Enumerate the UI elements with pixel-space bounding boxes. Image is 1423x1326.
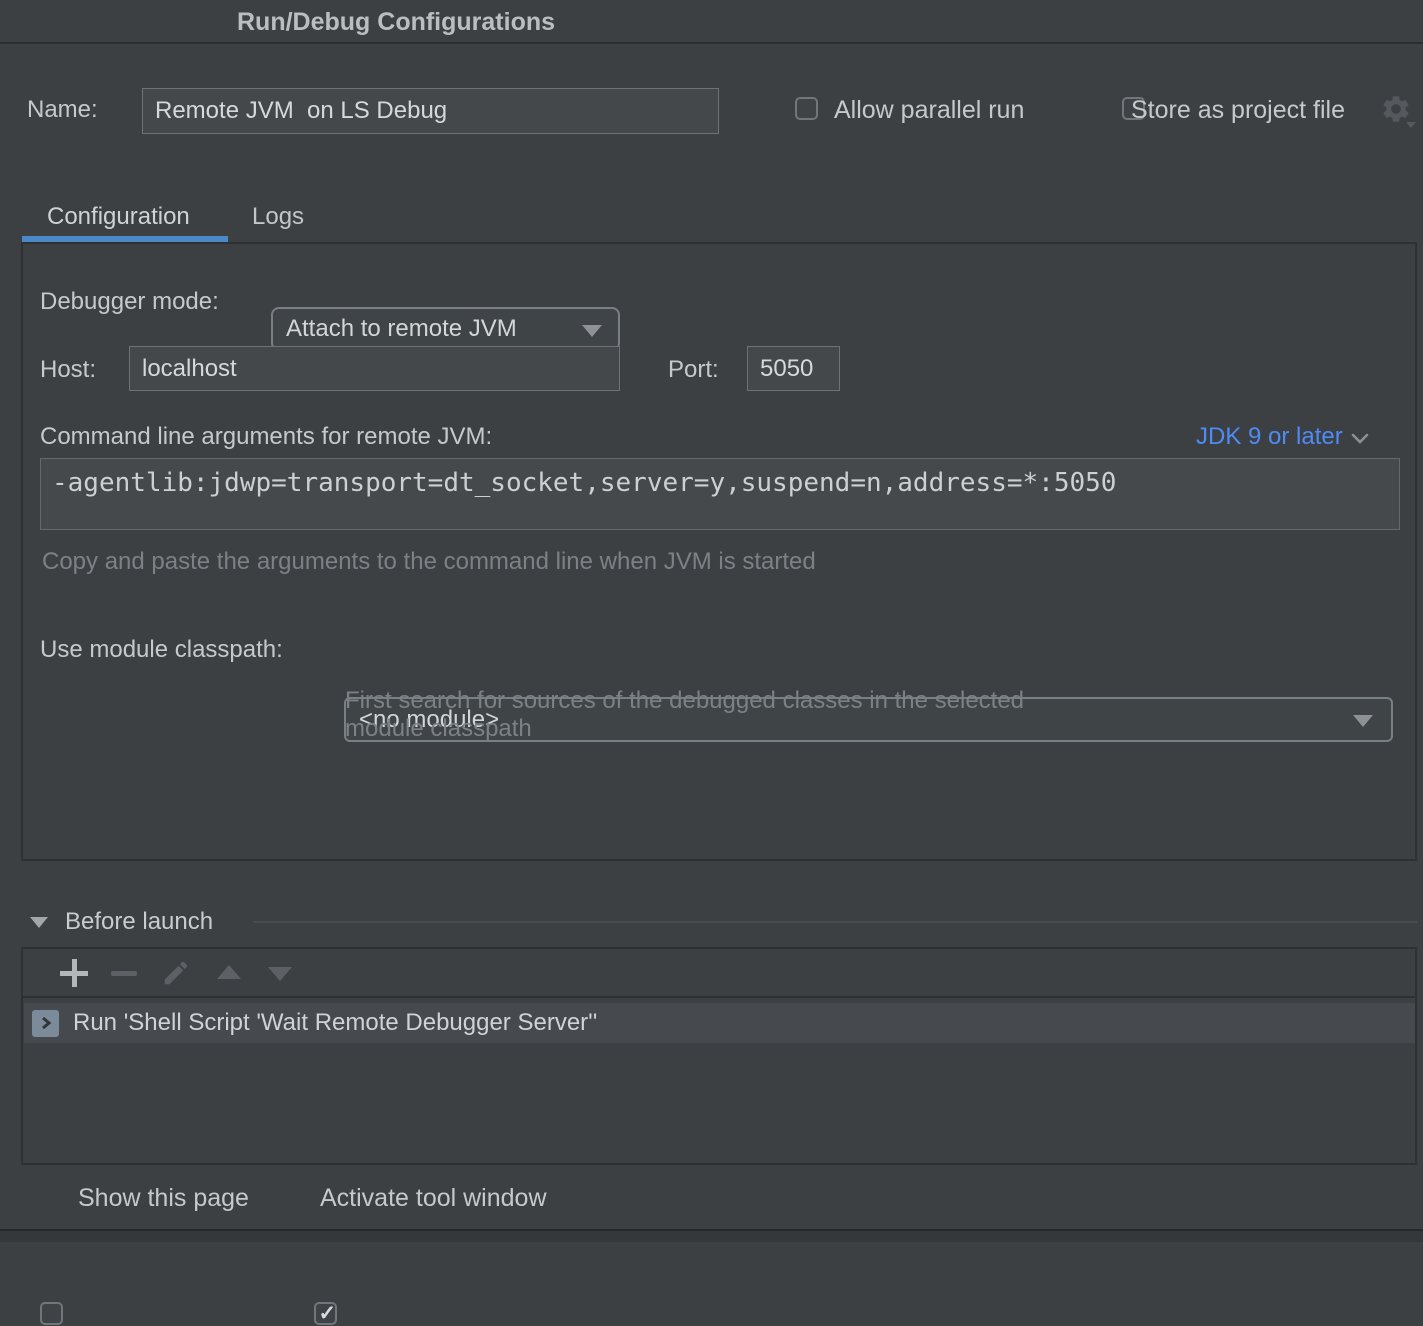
allow-parallel-run-label: Allow parallel run	[834, 96, 1024, 125]
port-label: Port:	[668, 356, 719, 384]
activate-tool-window-checkbox[interactable]	[314, 1302, 337, 1325]
cmdline-hint: Copy and paste the arguments to the comm…	[42, 548, 816, 576]
host-label: Host:	[40, 356, 96, 384]
move-task-up-icon[interactable]	[217, 965, 241, 979]
allow-parallel-run-checkbox[interactable]	[795, 97, 818, 120]
gear-icon[interactable]	[1380, 93, 1412, 130]
tab-logs[interactable]: Logs	[252, 203, 304, 231]
move-task-down-icon[interactable]	[268, 967, 292, 981]
activate-tool-window-label: Activate tool window	[320, 1184, 547, 1213]
chevron-down-icon	[582, 325, 602, 337]
name-label: Name:	[27, 96, 98, 124]
debugger-mode-label: Debugger mode:	[40, 288, 219, 316]
before-launch-task-label: Run 'Shell Script 'Wait Remote Debugger …	[73, 1009, 597, 1037]
before-launch-title: Before launch	[65, 908, 213, 936]
before-launch-separator	[253, 921, 1417, 923]
dialog-title-bar	[0, 0, 1423, 44]
before-launch-toolbar	[23, 949, 1415, 998]
module-classpath-hint-line1: First search for sources of the debugged…	[345, 687, 1024, 715]
before-launch-task-row[interactable]: Run 'Shell Script 'Wait Remote Debugger …	[24, 1003, 1415, 1043]
debugger-mode-select[interactable]: Attach to remote JVM	[271, 307, 620, 351]
dialog-bottom-edge	[0, 1229, 1423, 1242]
debugger-mode-value: Attach to remote JVM	[286, 315, 517, 343]
chevron-down-icon	[1351, 432, 1367, 448]
module-classpath-hint-line2: module classpath	[345, 715, 532, 743]
port-input[interactable]	[747, 346, 840, 391]
chevron-down-icon	[1353, 715, 1373, 727]
gear-dropdown-arrow-icon	[1406, 122, 1416, 128]
cmdline-label: Command line arguments for remote JVM:	[40, 423, 492, 451]
host-input[interactable]	[129, 346, 620, 391]
show-this-page-checkbox[interactable]	[40, 1302, 63, 1325]
shell-script-icon	[32, 1010, 59, 1037]
jdk-version-link-label: JDK 9 or later	[1196, 423, 1343, 451]
tab-configuration[interactable]: Configuration	[47, 203, 190, 231]
edit-task-icon[interactable]	[161, 958, 191, 993]
name-input[interactable]	[142, 88, 719, 134]
cmdline-arguments-field[interactable]: -agentlib:jdwp=transport=dt_socket,serve…	[40, 458, 1400, 530]
store-as-project-file-label: Store as project file	[1131, 96, 1345, 125]
before-launch-panel: Run 'Shell Script 'Wait Remote Debugger …	[21, 947, 1417, 1165]
dialog-title: Run/Debug Configurations	[237, 8, 555, 37]
module-classpath-label: Use module classpath:	[40, 636, 283, 664]
before-launch-expander-icon[interactable]	[30, 917, 48, 928]
show-this-page-label: Show this page	[78, 1184, 249, 1213]
remove-task-icon[interactable]	[111, 971, 137, 976]
jdk-version-link[interactable]: JDK 9 or later	[1196, 423, 1367, 451]
